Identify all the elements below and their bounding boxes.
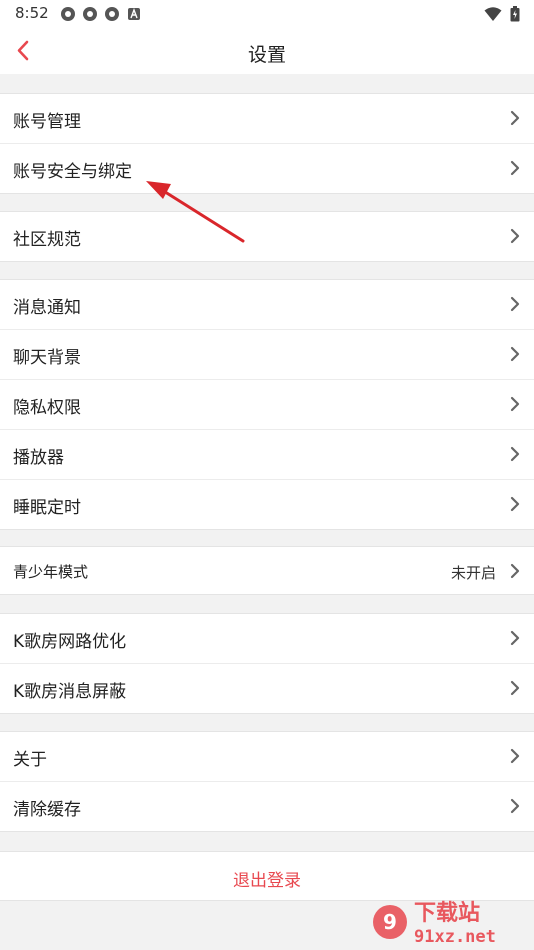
top-app-bar: 设置 [0,28,534,74]
status-bar: 8:52 [0,0,534,28]
chevron-right-icon [510,446,520,462]
settings-item-notifications[interactable]: 消息通知 [0,280,534,330]
app-notification-icon [60,6,76,22]
settings-item-label: 社区规范 [13,230,81,250]
settings-item-label: 隐私权限 [13,398,81,418]
logout-label: 退出登录 [233,871,301,891]
chevron-right-icon [510,630,520,646]
chevron-right-icon [510,496,520,512]
chevron-right-icon [510,110,520,126]
settings-item-label: 账号安全与绑定 [13,162,132,182]
chevron-right-icon [510,563,520,579]
settings-item-label: 账号管理 [13,112,81,132]
settings-group-misc: 关于 清除缓存 [0,731,534,832]
battery-icon [510,6,520,26]
svg-text:9: 9 [383,910,397,934]
settings-item-about[interactable]: 关于 [0,732,534,782]
settings-item-label: K歌房网路优化 [13,632,127,652]
settings-item-label: 播放器 [13,448,64,468]
chevron-right-icon [510,748,520,764]
status-time: 8:52 [15,4,49,22]
app-notification-icon [82,6,98,22]
settings-group-ktv: K歌房网路优化 K歌房消息屏蔽 [0,613,534,714]
chevron-right-icon [510,296,520,312]
settings-item-label: 清除缓存 [13,800,81,820]
settings-item-account-management[interactable]: 账号管理 [0,94,534,144]
settings-item-clear-cache[interactable]: 清除缓存 [0,782,534,831]
settings-item-community-rules[interactable]: 社区规范 [0,212,534,261]
settings-item-label: K歌房消息屏蔽 [13,682,127,702]
teen-mode-status: 未开启 [450,564,496,582]
settings-item-label: 聊天背景 [13,348,81,368]
settings-item-privacy[interactable]: 隐私权限 [0,380,534,430]
watermark-brand: 下载站 [414,900,480,926]
chevron-right-icon [510,798,520,814]
font-notification-icon [126,6,142,22]
chevron-right-icon [510,228,520,244]
watermark-site: 91xz.net [414,927,496,947]
wifi-icon [484,6,502,26]
chevron-right-icon [510,396,520,412]
settings-group-account: 账号管理 账号安全与绑定 [0,93,534,194]
app-notification-icon [104,6,120,22]
settings-group-teen: 青少年模式 未开启 [0,546,534,595]
settings-group-general: 消息通知 聊天背景 隐私权限 播放器 睡眠定时 [0,279,534,530]
settings-item-player[interactable]: 播放器 [0,430,534,480]
page-title: 设置 [247,44,286,66]
settings-item-account-security[interactable]: 账号安全与绑定 [0,144,534,193]
settings-item-label: 睡眠定时 [13,498,81,518]
settings-item-ktv-block[interactable]: K歌房消息屏蔽 [0,664,534,713]
chevron-right-icon [510,160,520,176]
site-watermark-logo: 9 下载站 91xz.net [373,900,496,947]
settings-item-label: 关于 [13,750,47,770]
chevron-right-icon [510,346,520,362]
settings-group-community: 社区规范 [0,211,534,262]
chevron-right-icon [510,680,520,696]
settings-item-label: 消息通知 [13,298,81,318]
settings-item-chat-background[interactable]: 聊天背景 [0,330,534,380]
settings-item-sleep-timer[interactable]: 睡眠定时 [0,480,534,529]
settings-item-ktv-network[interactable]: K歌房网路优化 [0,614,534,664]
settings-item-teen-mode[interactable]: 青少年模式 未开启 [0,547,534,594]
settings-item-label: 青少年模式 [13,563,89,581]
